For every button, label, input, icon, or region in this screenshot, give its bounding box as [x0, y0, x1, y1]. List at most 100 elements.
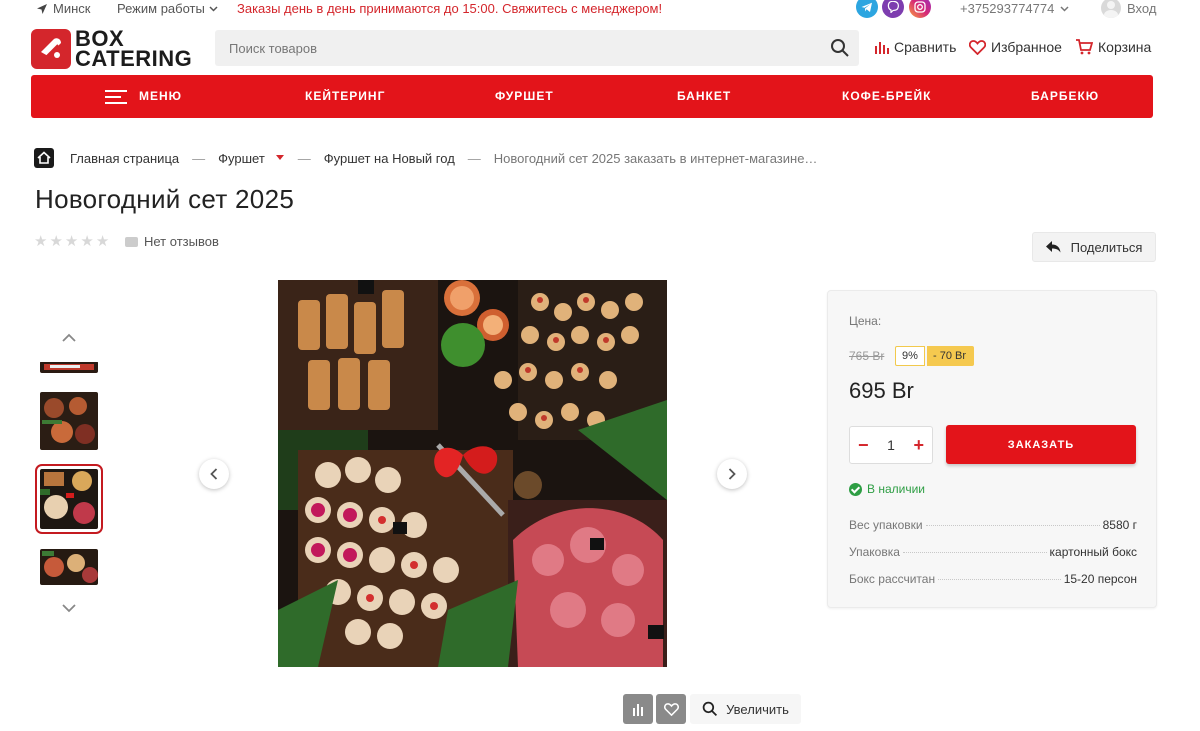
check-circle-icon: [849, 482, 862, 496]
star-icon: ★: [80, 233, 94, 250]
search-input[interactable]: [215, 30, 859, 66]
stock-label: В наличии: [867, 482, 926, 496]
location-arrow-icon: [37, 3, 47, 14]
logo-text: BOX CATERING: [75, 28, 193, 71]
property-value: 15-20 персон: [1063, 572, 1137, 586]
nav-menu[interactable]: МЕНЮ: [105, 75, 182, 118]
work-hours-dropdown[interactable]: Режим работы: [117, 1, 218, 16]
gallery-next-button[interactable]: [717, 459, 747, 489]
favorites-link[interactable]: Избранное: [969, 39, 1062, 55]
home-icon[interactable]: [34, 148, 54, 168]
cart-label: Корзина: [1098, 39, 1152, 55]
share-button[interactable]: Поделиться: [1032, 232, 1156, 262]
nav-item-banquet[interactable]: БАНКЕТ: [677, 75, 731, 118]
property-value: картонный бокс: [1049, 545, 1137, 559]
star-icon: ★: [95, 233, 110, 250]
property-key: Вес упаковки: [849, 518, 923, 532]
main-nav: МЕНЮ КЕЙТЕРИНГ ФУРШЕТ БАНКЕТ КОФЕ-БРЕЙК …: [31, 75, 1153, 118]
nav-item-furshet[interactable]: ФУРШЕТ: [495, 75, 554, 118]
property-row: Бокс рассчитан 15-20 персон: [849, 572, 1137, 586]
breadcrumb-furshet[interactable]: Фуршет: [218, 151, 265, 166]
viber-icon[interactable]: [882, 0, 904, 18]
breadcrumb-new-year[interactable]: Фуршет на Новый год: [324, 151, 455, 166]
breadcrumb-home[interactable]: Главная страница: [70, 151, 179, 166]
zoom-button[interactable]: Увеличить: [690, 694, 801, 724]
zoom-label: Увеличить: [726, 701, 789, 717]
magnifier-icon: [702, 701, 718, 717]
chevron-left-icon: [210, 468, 218, 480]
cart-icon: [1076, 39, 1093, 55]
favorites-label: Избранное: [991, 39, 1062, 55]
breadcrumb-separator: —: [467, 150, 481, 166]
minus-icon[interactable]: −: [858, 436, 869, 454]
chevron-right-icon: [728, 468, 736, 480]
nav-menu-label: МЕНЮ: [139, 89, 183, 103]
gallery-prev-button[interactable]: [199, 459, 229, 489]
stock-status: В наличии: [849, 482, 925, 496]
gallery-thumbnail[interactable]: [40, 361, 98, 373]
login-label: Вход: [1127, 0, 1157, 16]
breadcrumb: Главная страница — Фуршет — Фуршет на Но…: [34, 148, 817, 168]
current-price: 695 Br: [849, 378, 914, 403]
star-icon: ★: [64, 233, 79, 250]
gallery-thumbnail-active[interactable]: [35, 464, 103, 534]
nav-item-catering[interactable]: КЕЙТЕРИНГ: [305, 75, 385, 118]
chevron-down-icon: [1060, 5, 1069, 12]
property-row: Вес упаковки 8580 г: [849, 518, 1137, 532]
compare-chart-icon: [875, 41, 889, 54]
product-main-image[interactable]: [278, 280, 667, 667]
compare-link[interactable]: Сравнить: [874, 39, 956, 55]
page-title: Новогодний сет 2025: [35, 184, 295, 214]
nav-item-barbecue[interactable]: БАРБЕКЮ: [1031, 75, 1099, 118]
chevron-down-icon[interactable]: [61, 600, 77, 616]
telegram-icon[interactable]: [856, 0, 878, 18]
old-price: 765 Br: [849, 349, 885, 363]
promo-notice: Заказы день в день принимаются до 15:00.…: [237, 1, 663, 16]
chevron-up-icon[interactable]: [61, 330, 77, 346]
favorite-button[interactable]: [656, 694, 686, 724]
chevron-down-icon: [209, 5, 218, 12]
user-avatar-icon: [1101, 0, 1121, 18]
rating-stars: ★ ★ ★ ★ ★: [34, 234, 109, 250]
phone-number: +375293774774: [960, 1, 1055, 16]
discount-percent-badge: 9%: [895, 346, 925, 366]
discount-amount-badge: - 70 Br: [927, 346, 975, 366]
gallery-thumbnail[interactable]: [40, 549, 98, 585]
compare-label: Сравнить: [894, 39, 957, 55]
caret-down-icon[interactable]: [275, 154, 285, 162]
reviews-link[interactable]: Нет отзывов: [125, 234, 219, 249]
search-icon[interactable]: [830, 38, 850, 58]
cart-link[interactable]: Корзина: [1075, 39, 1151, 55]
phone-dropdown[interactable]: +375293774774: [960, 1, 1069, 16]
star-icon: ★: [49, 233, 63, 250]
share-arrow-icon: [1045, 241, 1061, 253]
compare-chart-icon: [632, 703, 643, 716]
logo-mark-icon: [31, 29, 71, 69]
price-label: Цена:: [849, 314, 882, 328]
city-selector[interactable]: Минск: [36, 1, 90, 16]
gallery-thumbnail[interactable]: [40, 392, 98, 450]
dotted-leader: [938, 579, 1061, 580]
quantity-value[interactable]: 1: [887, 437, 895, 453]
heart-icon: [663, 702, 679, 716]
breadcrumb-separator: —: [192, 150, 206, 166]
property-row: Упаковка картонный бокс: [849, 545, 1137, 559]
hamburger-icon: [105, 89, 127, 104]
city-label: Минск: [53, 1, 91, 16]
star-icon: ★: [34, 233, 48, 250]
nav-item-coffee-break[interactable]: КОФЕ-БРЕЙК: [842, 75, 931, 118]
order-button[interactable]: ЗАКАЗАТЬ: [946, 425, 1136, 464]
site-logo[interactable]: BOX CATERING: [31, 28, 203, 71]
login-link[interactable]: Вход: [1101, 0, 1156, 18]
instagram-icon[interactable]: [909, 0, 931, 18]
buy-box: Цена: 765 Br 9% - 70 Br 695 Br − 1 + ЗАК…: [827, 290, 1157, 608]
breadcrumb-separator: —: [297, 150, 311, 166]
top-bar: Минск Режим работы Заказы день в день пр…: [0, 0, 1200, 18]
property-value: 8580 г: [1102, 518, 1137, 532]
dotted-leader: [925, 525, 1100, 526]
compare-button[interactable]: [623, 694, 653, 724]
plus-icon[interactable]: +: [913, 436, 924, 454]
property-key: Упаковка: [849, 545, 900, 559]
comment-icon: [125, 236, 138, 247]
logo-line2: CATERING: [75, 46, 193, 71]
